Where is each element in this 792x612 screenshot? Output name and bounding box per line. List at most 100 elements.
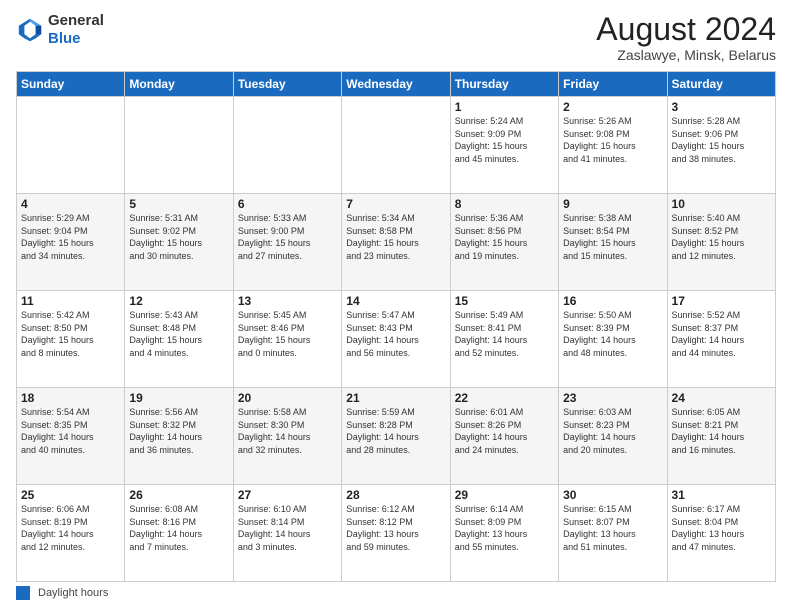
day-info: Sunrise: 5:47 AM Sunset: 8:43 PM Dayligh… (346, 309, 445, 359)
day-info: Sunrise: 5:38 AM Sunset: 8:54 PM Dayligh… (563, 212, 662, 262)
calendar-cell: 18Sunrise: 5:54 AM Sunset: 8:35 PM Dayli… (17, 388, 125, 485)
calendar-cell: 21Sunrise: 5:59 AM Sunset: 8:28 PM Dayli… (342, 388, 450, 485)
calendar-cell (125, 97, 233, 194)
day-info: Sunrise: 5:59 AM Sunset: 8:28 PM Dayligh… (346, 406, 445, 456)
calendar-week-row: 11Sunrise: 5:42 AM Sunset: 8:50 PM Dayli… (17, 291, 776, 388)
day-info: Sunrise: 6:08 AM Sunset: 8:16 PM Dayligh… (129, 503, 228, 553)
calendar-cell: 6Sunrise: 5:33 AM Sunset: 9:00 PM Daylig… (233, 194, 341, 291)
day-number: 18 (21, 391, 120, 405)
calendar-cell: 8Sunrise: 5:36 AM Sunset: 8:56 PM Daylig… (450, 194, 558, 291)
calendar-cell (233, 97, 341, 194)
calendar-cell: 12Sunrise: 5:43 AM Sunset: 8:48 PM Dayli… (125, 291, 233, 388)
day-info: Sunrise: 5:40 AM Sunset: 8:52 PM Dayligh… (672, 212, 771, 262)
calendar-cell: 16Sunrise: 5:50 AM Sunset: 8:39 PM Dayli… (559, 291, 667, 388)
main-title: August 2024 (596, 12, 776, 47)
calendar-day-header: Monday (125, 72, 233, 97)
page: General Blue August 2024 Zaslawye, Minsk… (0, 0, 792, 612)
day-number: 22 (455, 391, 554, 405)
title-block: August 2024 Zaslawye, Minsk, Belarus (596, 12, 776, 63)
day-info: Sunrise: 5:26 AM Sunset: 9:08 PM Dayligh… (563, 115, 662, 165)
header: General Blue August 2024 Zaslawye, Minsk… (16, 12, 776, 63)
calendar-cell: 5Sunrise: 5:31 AM Sunset: 9:02 PM Daylig… (125, 194, 233, 291)
calendar-week-row: 4Sunrise: 5:29 AM Sunset: 9:04 PM Daylig… (17, 194, 776, 291)
calendar-cell: 23Sunrise: 6:03 AM Sunset: 8:23 PM Dayli… (559, 388, 667, 485)
daylight-indicator (16, 586, 30, 600)
day-number: 29 (455, 488, 554, 502)
logo-icon (16, 16, 44, 44)
day-info: Sunrise: 5:50 AM Sunset: 8:39 PM Dayligh… (563, 309, 662, 359)
day-number: 21 (346, 391, 445, 405)
day-number: 2 (563, 100, 662, 114)
day-info: Sunrise: 5:49 AM Sunset: 8:41 PM Dayligh… (455, 309, 554, 359)
logo-text: General Blue (48, 12, 104, 48)
day-number: 6 (238, 197, 337, 211)
calendar-cell: 17Sunrise: 5:52 AM Sunset: 8:37 PM Dayli… (667, 291, 775, 388)
day-info: Sunrise: 5:36 AM Sunset: 8:56 PM Dayligh… (455, 212, 554, 262)
day-number: 13 (238, 294, 337, 308)
day-number: 25 (21, 488, 120, 502)
day-number: 5 (129, 197, 228, 211)
calendar-cell: 27Sunrise: 6:10 AM Sunset: 8:14 PM Dayli… (233, 485, 341, 582)
day-info: Sunrise: 6:06 AM Sunset: 8:19 PM Dayligh… (21, 503, 120, 553)
day-info: Sunrise: 5:34 AM Sunset: 8:58 PM Dayligh… (346, 212, 445, 262)
day-info: Sunrise: 6:01 AM Sunset: 8:26 PM Dayligh… (455, 406, 554, 456)
day-number: 20 (238, 391, 337, 405)
day-number: 10 (672, 197, 771, 211)
day-info: Sunrise: 5:43 AM Sunset: 8:48 PM Dayligh… (129, 309, 228, 359)
day-info: Sunrise: 6:15 AM Sunset: 8:07 PM Dayligh… (563, 503, 662, 553)
day-info: Sunrise: 5:29 AM Sunset: 9:04 PM Dayligh… (21, 212, 120, 262)
calendar-week-row: 25Sunrise: 6:06 AM Sunset: 8:19 PM Dayli… (17, 485, 776, 582)
calendar-week-row: 1Sunrise: 5:24 AM Sunset: 9:09 PM Daylig… (17, 97, 776, 194)
calendar-day-header: Wednesday (342, 72, 450, 97)
day-number: 14 (346, 294, 445, 308)
day-number: 4 (21, 197, 120, 211)
subtitle: Zaslawye, Minsk, Belarus (596, 47, 776, 63)
footer-label: Daylight hours (38, 587, 108, 599)
day-number: 8 (455, 197, 554, 211)
calendar-day-header: Saturday (667, 72, 775, 97)
calendar-cell: 22Sunrise: 6:01 AM Sunset: 8:26 PM Dayli… (450, 388, 558, 485)
day-info: Sunrise: 6:03 AM Sunset: 8:23 PM Dayligh… (563, 406, 662, 456)
calendar-day-header: Thursday (450, 72, 558, 97)
day-number: 15 (455, 294, 554, 308)
day-info: Sunrise: 5:33 AM Sunset: 9:00 PM Dayligh… (238, 212, 337, 262)
day-number: 24 (672, 391, 771, 405)
day-info: Sunrise: 5:45 AM Sunset: 8:46 PM Dayligh… (238, 309, 337, 359)
calendar-cell: 9Sunrise: 5:38 AM Sunset: 8:54 PM Daylig… (559, 194, 667, 291)
day-number: 11 (21, 294, 120, 308)
day-info: Sunrise: 5:28 AM Sunset: 9:06 PM Dayligh… (672, 115, 771, 165)
calendar-cell: 13Sunrise: 5:45 AM Sunset: 8:46 PM Dayli… (233, 291, 341, 388)
calendar-cell: 28Sunrise: 6:12 AM Sunset: 8:12 PM Dayli… (342, 485, 450, 582)
logo: General Blue (16, 12, 104, 48)
calendar-cell: 26Sunrise: 6:08 AM Sunset: 8:16 PM Dayli… (125, 485, 233, 582)
calendar-cell: 29Sunrise: 6:14 AM Sunset: 8:09 PM Dayli… (450, 485, 558, 582)
calendar-cell: 20Sunrise: 5:58 AM Sunset: 8:30 PM Dayli… (233, 388, 341, 485)
calendar-cell: 14Sunrise: 5:47 AM Sunset: 8:43 PM Dayli… (342, 291, 450, 388)
calendar-cell: 31Sunrise: 6:17 AM Sunset: 8:04 PM Dayli… (667, 485, 775, 582)
day-number: 26 (129, 488, 228, 502)
calendar-cell: 4Sunrise: 5:29 AM Sunset: 9:04 PM Daylig… (17, 194, 125, 291)
day-number: 28 (346, 488, 445, 502)
calendar-cell: 25Sunrise: 6:06 AM Sunset: 8:19 PM Dayli… (17, 485, 125, 582)
calendar-body: 1Sunrise: 5:24 AM Sunset: 9:09 PM Daylig… (17, 97, 776, 582)
day-info: Sunrise: 5:24 AM Sunset: 9:09 PM Dayligh… (455, 115, 554, 165)
day-number: 17 (672, 294, 771, 308)
day-number: 12 (129, 294, 228, 308)
calendar-cell: 2Sunrise: 5:26 AM Sunset: 9:08 PM Daylig… (559, 97, 667, 194)
day-info: Sunrise: 6:17 AM Sunset: 8:04 PM Dayligh… (672, 503, 771, 553)
calendar-cell: 11Sunrise: 5:42 AM Sunset: 8:50 PM Dayli… (17, 291, 125, 388)
day-info: Sunrise: 5:54 AM Sunset: 8:35 PM Dayligh… (21, 406, 120, 456)
day-number: 7 (346, 197, 445, 211)
calendar-week-row: 18Sunrise: 5:54 AM Sunset: 8:35 PM Dayli… (17, 388, 776, 485)
day-number: 16 (563, 294, 662, 308)
day-number: 19 (129, 391, 228, 405)
calendar-cell: 3Sunrise: 5:28 AM Sunset: 9:06 PM Daylig… (667, 97, 775, 194)
day-number: 1 (455, 100, 554, 114)
day-info: Sunrise: 6:14 AM Sunset: 8:09 PM Dayligh… (455, 503, 554, 553)
calendar-cell (17, 97, 125, 194)
day-info: Sunrise: 5:56 AM Sunset: 8:32 PM Dayligh… (129, 406, 228, 456)
calendar-table: SundayMondayTuesdayWednesdayThursdayFrid… (16, 71, 776, 582)
calendar-cell: 30Sunrise: 6:15 AM Sunset: 8:07 PM Dayli… (559, 485, 667, 582)
day-number: 23 (563, 391, 662, 405)
day-info: Sunrise: 6:12 AM Sunset: 8:12 PM Dayligh… (346, 503, 445, 553)
